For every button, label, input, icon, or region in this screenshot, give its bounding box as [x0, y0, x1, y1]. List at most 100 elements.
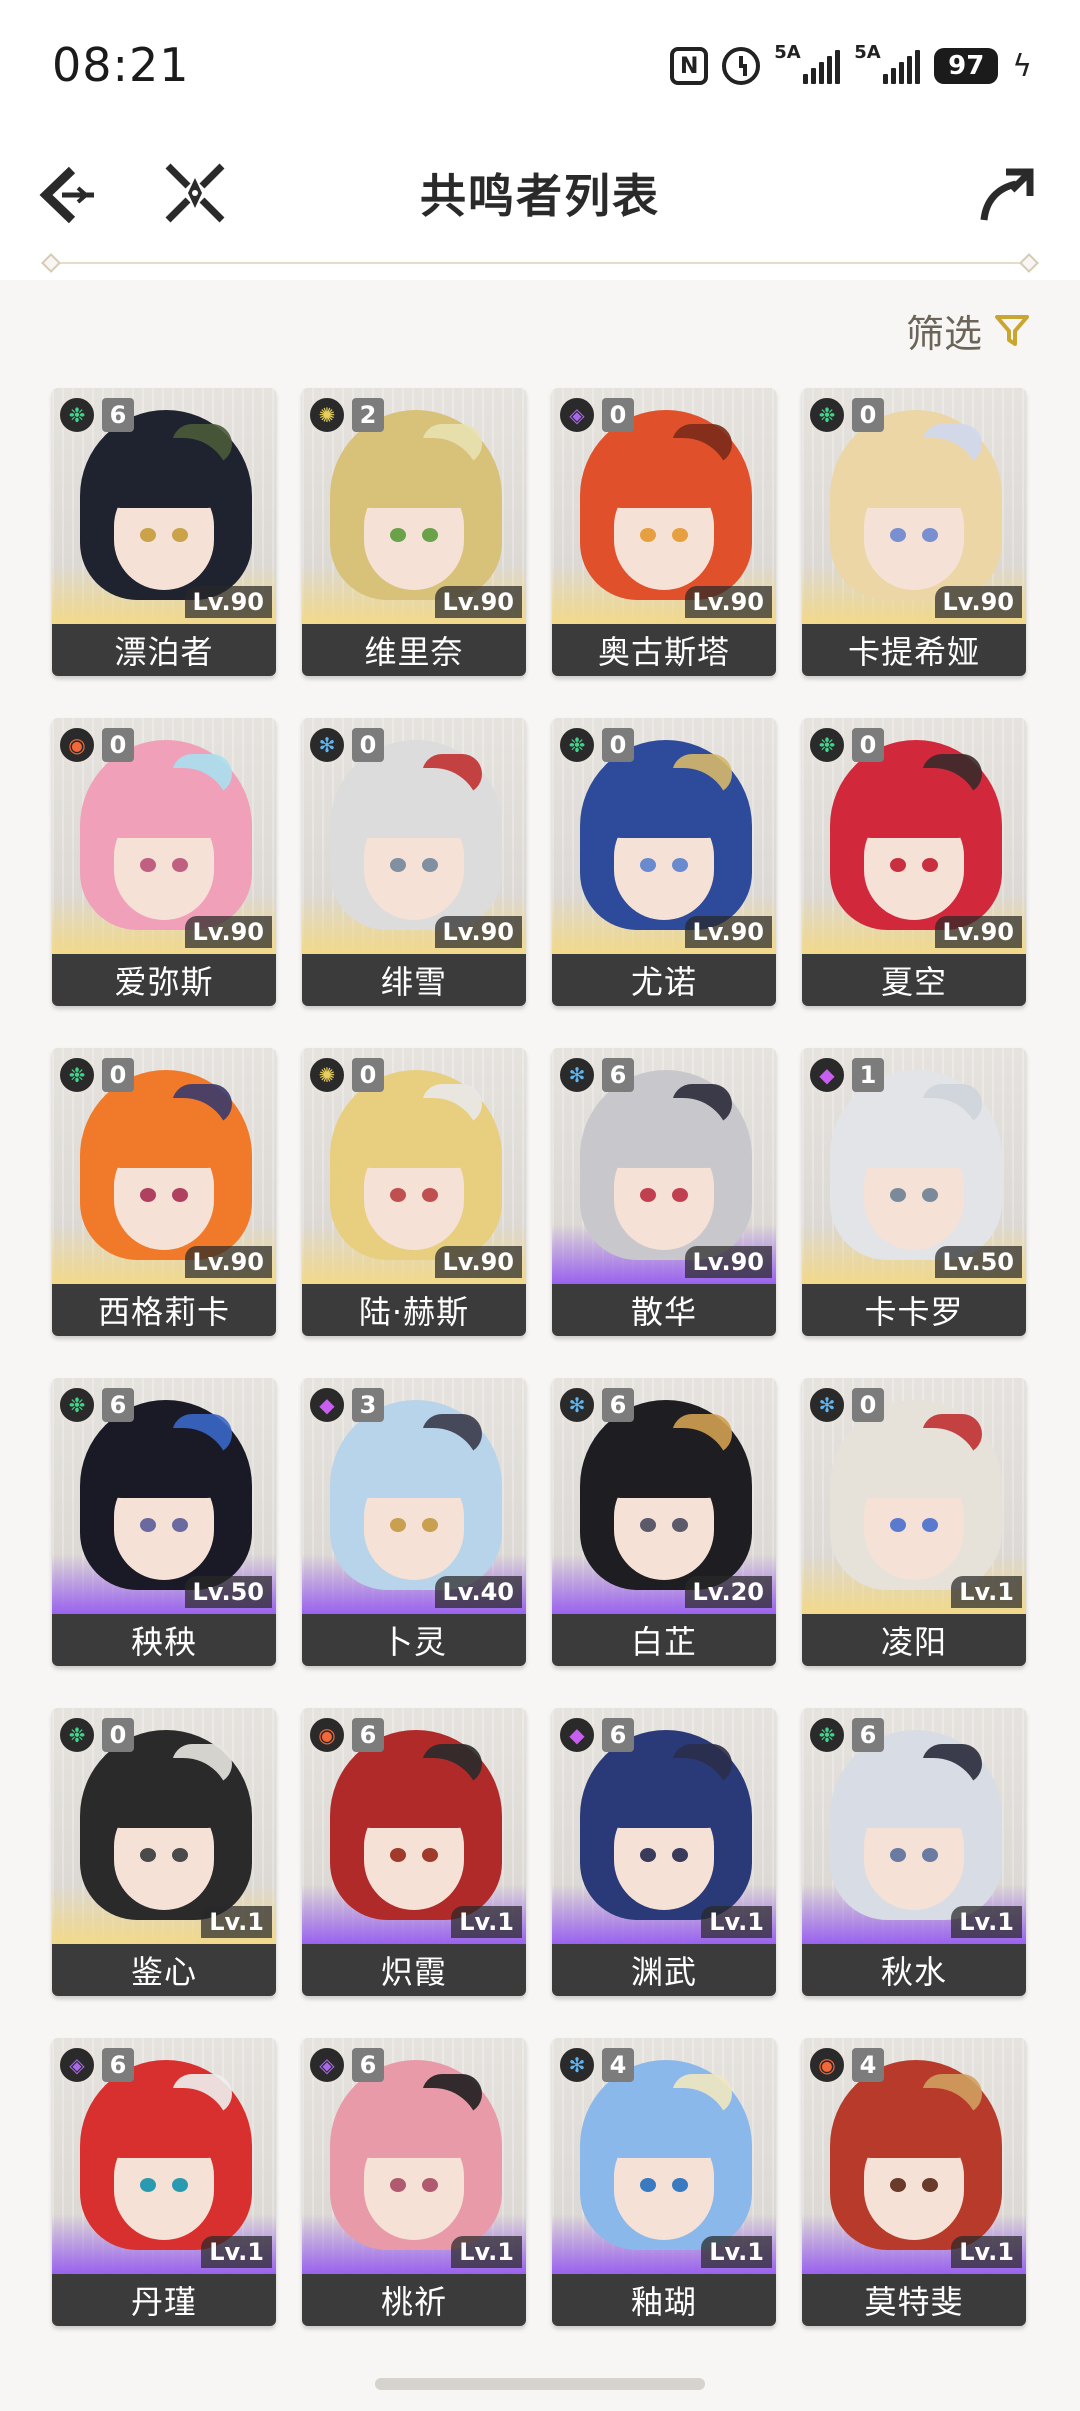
fusion-icon: ◉: [808, 2046, 846, 2084]
resonator-card[interactable]: ◉ 0 Lv.90 爱弥斯: [52, 718, 276, 1006]
aero-icon: ❉: [808, 726, 846, 764]
sequence-badge: 2: [352, 398, 384, 432]
resonator-name: 凌阳: [802, 1614, 1026, 1666]
status-time: 08:21: [52, 38, 190, 92]
resonator-portrait: ✻ 0 Lv.90: [302, 718, 526, 954]
level-label: Lv.1: [951, 1576, 1022, 1608]
sequence-badge: 6: [852, 1718, 884, 1752]
level-label: Lv.90: [684, 916, 772, 948]
charging-icon: ϟ: [1012, 48, 1032, 84]
sequence-badge: 1: [852, 1058, 884, 1092]
glacio-icon: ✻: [558, 1056, 596, 1094]
level-label: Lv.90: [434, 586, 522, 618]
home-indicator[interactable]: [375, 2378, 705, 2390]
aero-icon: ❉: [808, 1716, 846, 1754]
level-label: Lv.50: [934, 1246, 1022, 1278]
sequence-badge: 6: [602, 1718, 634, 1752]
resonator-card[interactable]: ◉ 6 Lv.1 炽霞: [302, 1708, 526, 1996]
resonator-portrait: ◆ 1 Lv.50: [802, 1048, 1026, 1284]
resonator-name: 卜灵: [302, 1614, 526, 1666]
resonator-name: 陆·赫斯: [302, 1284, 526, 1336]
resonator-portrait: ◈ 6 Lv.1: [52, 2038, 276, 2274]
resonator-card[interactable]: ❉ 0 Lv.90 夏空: [802, 718, 1026, 1006]
level-label: Lv.90: [434, 916, 522, 948]
share-button[interactable]: [972, 162, 1036, 226]
resonator-name: 釉瑚: [552, 2274, 776, 2326]
sequence-badge: 0: [102, 728, 134, 762]
sequence-badge: 0: [852, 398, 884, 432]
sequence-badge: 0: [352, 728, 384, 762]
resonator-card[interactable]: ✺ 2 Lv.90 维里奈: [302, 388, 526, 676]
resonator-card[interactable]: ❉ 0 Lv.90 西格莉卡: [52, 1048, 276, 1336]
resonator-card[interactable]: ✻ 0 Lv.90 绯雪: [302, 718, 526, 1006]
glacio-icon: ✻: [558, 2046, 596, 2084]
sequence-badge: 4: [602, 2048, 634, 2082]
status-bar: 08:21 N 5A 5A 97 ϟ: [0, 0, 1080, 120]
resonator-card[interactable]: ❉ 0 Lv.90 尤诺: [552, 718, 776, 1006]
havoc-icon: ◈: [58, 2046, 96, 2084]
resonator-card[interactable]: ❉ 0 Lv.1 鉴心: [52, 1708, 276, 1996]
battery-icon: 97: [934, 48, 999, 84]
sequence-badge: 6: [602, 1058, 634, 1092]
resonator-name: 西格莉卡: [52, 1284, 276, 1336]
resonator-portrait: ◉ 4 Lv.1: [802, 2038, 1026, 2274]
page-title: 共鸣者列表: [420, 169, 660, 223]
resonator-name: 莫特斐: [802, 2274, 1026, 2326]
aero-icon: ❉: [808, 396, 846, 434]
resonator-card[interactable]: ❉ 6 Lv.1 秋水: [802, 1708, 1026, 1996]
aero-icon: ❉: [58, 1386, 96, 1424]
resonator-card[interactable]: ◆ 3 Lv.40 卜灵: [302, 1378, 526, 1666]
spectro-icon: ✺: [308, 1056, 346, 1094]
resonator-card[interactable]: ❉ 0 Lv.90 卡提希娅: [802, 388, 1026, 676]
header-divider: [52, 262, 1028, 264]
share-icon: [980, 168, 1034, 221]
level-label: Lv.1: [451, 2236, 522, 2268]
electro-icon: ◆: [808, 1056, 846, 1094]
resonator-portrait: ❉ 0 Lv.90: [802, 718, 1026, 954]
resonator-card[interactable]: ❉ 6 Lv.50 秧秧: [52, 1378, 276, 1666]
resonator-card[interactable]: ✻ 0 Lv.1 凌阳: [802, 1378, 1026, 1666]
resonator-card[interactable]: ❉ 6 Lv.90 漂泊者: [52, 388, 276, 676]
resonator-portrait: ❉ 0 Lv.90: [552, 718, 776, 954]
status-icons: N 5A 5A 97 ϟ: [670, 42, 1032, 88]
filter-funnel-icon: [995, 315, 1029, 346]
resonator-card[interactable]: ◉ 4 Lv.1 莫特斐: [802, 2038, 1026, 2326]
level-label: Lv.90: [934, 586, 1022, 618]
resonator-card[interactable]: ✻ 6 Lv.90 散华: [552, 1048, 776, 1336]
resonator-portrait: ❉ 6 Lv.50: [52, 1378, 276, 1614]
sequence-badge: 4: [852, 2048, 884, 2082]
resonator-name: 秋水: [802, 1944, 1026, 1996]
sequence-badge: 0: [102, 1058, 134, 1092]
level-label: Lv.40: [434, 1576, 522, 1608]
resonator-card[interactable]: ◈ 0 Lv.90 奥古斯塔: [552, 388, 776, 676]
network-type-label: 5A: [854, 42, 881, 63]
havoc-icon: ◈: [308, 2046, 346, 2084]
resonator-card[interactable]: ◆ 1 Lv.50 卡卡罗: [802, 1048, 1026, 1336]
resonator-name: 炽霞: [302, 1944, 526, 1996]
fusion-icon: ◉: [58, 726, 96, 764]
resonator-portrait: ❉ 6 Lv.1: [802, 1708, 1026, 1944]
resonator-card[interactable]: ✻ 6 Lv.20 白芷: [552, 1378, 776, 1666]
filter-button[interactable]: 筛选: [906, 302, 1030, 358]
signal-icon-sim2: 5A: [854, 42, 921, 84]
resonator-grid: ❉ 6 Lv.90 漂泊者 ✺ 2 Lv.90 维里奈 ◈ 0 Lv.90 奥古斯塔 ❉ 0 Lv.90 卡提…: [52, 388, 1028, 2326]
level-label: Lv.1: [451, 1906, 522, 1938]
signal-icon-sim1: 5A: [774, 42, 841, 84]
sequence-badge: 0: [352, 1058, 384, 1092]
resonator-name: 卡卡罗: [802, 1284, 1026, 1336]
resonator-card[interactable]: ◈ 6 Lv.1 桃祈: [302, 2038, 526, 2326]
resonator-card[interactable]: ✺ 0 Lv.90 陆·赫斯: [302, 1048, 526, 1336]
resonator-name: 白芷: [552, 1614, 776, 1666]
sequence-badge: 6: [102, 2048, 134, 2082]
resonator-card[interactable]: ✻ 4 Lv.1 釉瑚: [552, 2038, 776, 2326]
resonator-portrait: ✻ 6 Lv.90: [552, 1048, 776, 1284]
aero-icon: ❉: [58, 1716, 96, 1754]
filter-label: 筛选: [905, 311, 982, 356]
header: 共鸣者列表: [0, 120, 1080, 270]
resonator-name: 卡提希娅: [802, 624, 1026, 676]
resonator-card[interactable]: ◈ 6 Lv.1 丹瑾: [52, 2038, 276, 2326]
level-label: Lv.90: [934, 916, 1022, 948]
resonator-portrait: ◉ 0 Lv.90: [52, 718, 276, 954]
level-label: Lv.1: [201, 2236, 272, 2268]
resonator-card[interactable]: ◆ 6 Lv.1 渊武: [552, 1708, 776, 1996]
